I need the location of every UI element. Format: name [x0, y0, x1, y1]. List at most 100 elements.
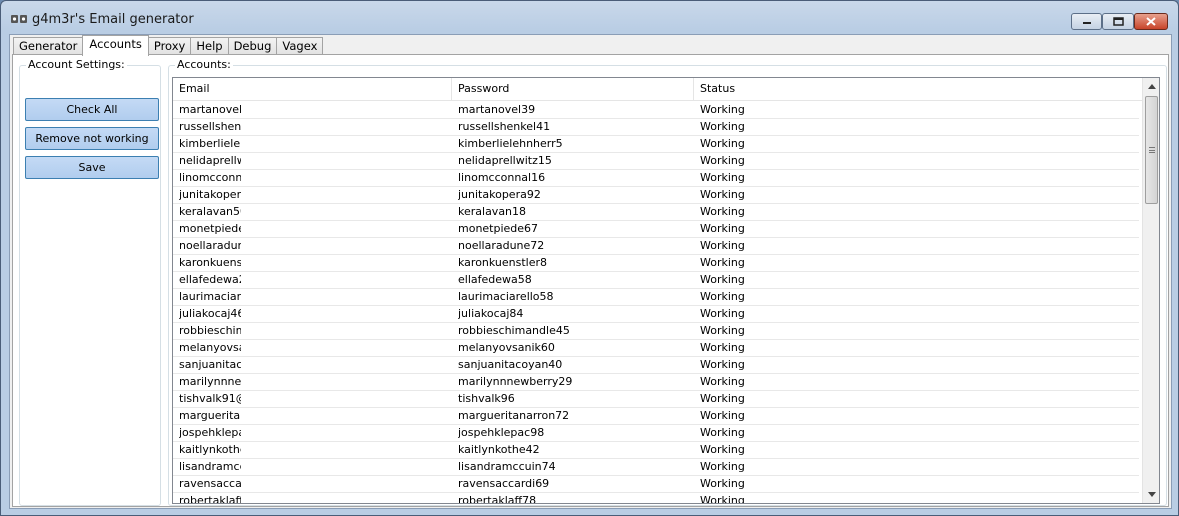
email-cell: junitakopera4: [179, 188, 241, 201]
table-row[interactable]: kaitlynkothe8 kaitlynkothe42 Working: [173, 442, 1139, 459]
accounts-title: Accounts:: [175, 58, 233, 71]
email-cell: karonkuenstl: [179, 256, 241, 269]
password-cell: lisandramccuin74: [458, 460, 556, 473]
status-cell: Working: [700, 443, 745, 456]
table-row[interactable]: marilynnnewb marilynnnewberry29 Working: [173, 374, 1139, 391]
client-area: Generator Accounts Proxy Help Debug Vage…: [9, 34, 1172, 509]
table-row[interactable]: tishvalk91@h tishvalk96 Working: [173, 391, 1139, 408]
maximize-button[interactable]: [1102, 13, 1134, 30]
password-cell: sanjuanitacoyan40: [458, 358, 563, 371]
email-cell: juliakocaj46@: [179, 307, 241, 320]
tab-strip: Generator Accounts Proxy Help Debug Vage…: [13, 35, 324, 56]
password-cell: kimberlielehnherr5: [458, 137, 563, 150]
vertical-scrollbar[interactable]: [1142, 78, 1159, 503]
table-row[interactable]: nelidaprellwit nelidaprellwitz15 Working: [173, 153, 1139, 170]
table-row[interactable]: margueritana margueritanarron72 Working: [173, 408, 1139, 425]
column-header-status[interactable]: Status: [694, 78, 1139, 101]
account-rows: martanovel64martanovel39Workingrussellsh…: [173, 102, 1139, 504]
status-cell: Working: [700, 358, 745, 371]
table-row[interactable]: keralavan50 keralavan18 Working: [173, 204, 1139, 221]
status-cell: Working: [700, 341, 745, 354]
scroll-thumb[interactable]: [1145, 96, 1158, 204]
password-cell: noellaradune72: [458, 239, 545, 252]
title-bar[interactable]: g4m3r's Email generator: [1, 1, 1178, 33]
status-cell: Working: [700, 256, 745, 269]
status-cell: Working: [700, 375, 745, 388]
email-cell: marilynnnewb: [179, 375, 241, 388]
save-button[interactable]: Save: [25, 156, 159, 179]
account-settings-title: Account Settings:: [26, 58, 127, 71]
table-row[interactable]: noellaradune noellaradune72 Working: [173, 238, 1139, 255]
status-cell: Working: [700, 222, 745, 235]
email-cell: ravensaccard: [179, 477, 241, 490]
status-cell: Working: [700, 239, 745, 252]
email-cell: kimberlielehn: [179, 137, 241, 150]
table-row[interactable]: robertaklaff78@hotmail robertaklaff78 Work…: [173, 493, 1139, 504]
status-cell: Working: [700, 494, 745, 504]
table-row[interactable]: linomcconnal linomcconnal16 Working: [173, 170, 1139, 187]
grip-icon: [1149, 147, 1155, 153]
password-cell: monetpiede67: [458, 222, 539, 235]
email-cell: noellaradune: [179, 239, 241, 252]
minimize-button[interactable]: [1071, 13, 1102, 30]
table-row[interactable]: martanovel64 martanovel39 Working: [173, 102, 1139, 119]
account-settings-group: Account Settings: Check All Remove not w…: [19, 58, 161, 506]
column-header-password[interactable]: Password: [452, 78, 694, 101]
close-icon: [1146, 17, 1156, 26]
list-header: Email Password Status: [173, 78, 1143, 101]
scroll-down-button[interactable]: [1143, 486, 1159, 503]
status-cell: Working: [700, 171, 745, 184]
remove-not-working-button[interactable]: Remove not working: [25, 127, 159, 150]
accounts-tab-page: Account Settings: Check All Remove not w…: [12, 54, 1169, 507]
table-row[interactable]: melanyovsan melanyovsanik60 Working: [173, 340, 1139, 357]
table-row[interactable]: kimberlielehn kimberlielehnherr5 Working: [173, 136, 1139, 153]
status-cell: Working: [700, 290, 745, 303]
check-all-button[interactable]: Check All: [25, 98, 159, 121]
scroll-up-button[interactable]: [1143, 78, 1159, 95]
table-row[interactable]: ravensaccard ravensaccardi69 Working: [173, 476, 1139, 493]
password-cell: marilynnnewberry29: [458, 375, 573, 388]
table-row[interactable]: jospehklepac jospehklepac98 Working: [173, 425, 1139, 442]
email-cell: lisandramccu: [179, 460, 241, 473]
accounts-list-view[interactable]: Email Password Status martanovel64martan…: [172, 77, 1160, 504]
email-cell: sanjuanitaco: [179, 358, 241, 371]
table-row[interactable]: karonkuenstl karonkuenstler8 Working: [173, 255, 1139, 272]
status-cell: Working: [700, 205, 745, 218]
email-cell: robertaklaff78@hotmail: [179, 494, 241, 504]
table-row[interactable]: russellshenke russellshenkel41 Working: [173, 119, 1139, 136]
email-cell: monetpiede6: [179, 222, 241, 235]
table-row[interactable]: junitakopera4 junitakopera92 Working: [173, 187, 1139, 204]
status-cell: Working: [700, 324, 745, 337]
app-window: g4m3r's Email generator Generator Accoun…: [0, 0, 1179, 516]
table-row[interactable]: juliakocaj46@ juliakocaj84 Working: [173, 306, 1139, 323]
table-row[interactable]: robbieschima robbieschimandle45 Working: [173, 323, 1139, 340]
password-cell: karonkuenstler8: [458, 256, 548, 269]
table-row[interactable]: ellafedewa27 ellafedewa58 Working: [173, 272, 1139, 289]
minimize-icon: [1082, 21, 1091, 24]
password-cell: robertaklaff78: [458, 494, 537, 504]
up-arrow-icon: [1147, 84, 1156, 89]
table-row[interactable]: monetpiede6 monetpiede67 Working: [173, 221, 1139, 238]
table-row[interactable]: laurimaciarell laurimaciarello58 Working: [173, 289, 1139, 306]
restore-icon: [1112, 17, 1124, 26]
status-cell: Working: [700, 188, 745, 201]
close-button[interactable]: [1134, 13, 1168, 30]
password-cell: melanyovsanik60: [458, 341, 555, 354]
password-cell: juliakocaj84: [458, 307, 524, 320]
password-cell: keralavan18: [458, 205, 527, 218]
column-header-email[interactable]: Email: [173, 78, 452, 101]
table-row[interactable]: sanjuanitaco sanjuanitacoyan40 Working: [173, 357, 1139, 374]
status-cell: Working: [700, 103, 745, 116]
status-cell: Working: [700, 460, 745, 473]
email-cell: russellshenke: [179, 120, 241, 133]
status-cell: Working: [700, 154, 745, 167]
password-cell: tishvalk96: [458, 392, 515, 405]
status-cell: Working: [700, 426, 745, 439]
down-arrow-icon: [1147, 492, 1156, 497]
accounts-group: Accounts: Email Password Status martanov…: [168, 58, 1167, 506]
status-cell: Working: [700, 120, 745, 133]
table-row[interactable]: lisandramccu lisandramccuin74 Working: [173, 459, 1139, 476]
tab-accounts[interactable]: Accounts: [82, 35, 149, 56]
email-cell: ellafedewa27: [179, 273, 241, 286]
status-cell: Working: [700, 477, 745, 490]
